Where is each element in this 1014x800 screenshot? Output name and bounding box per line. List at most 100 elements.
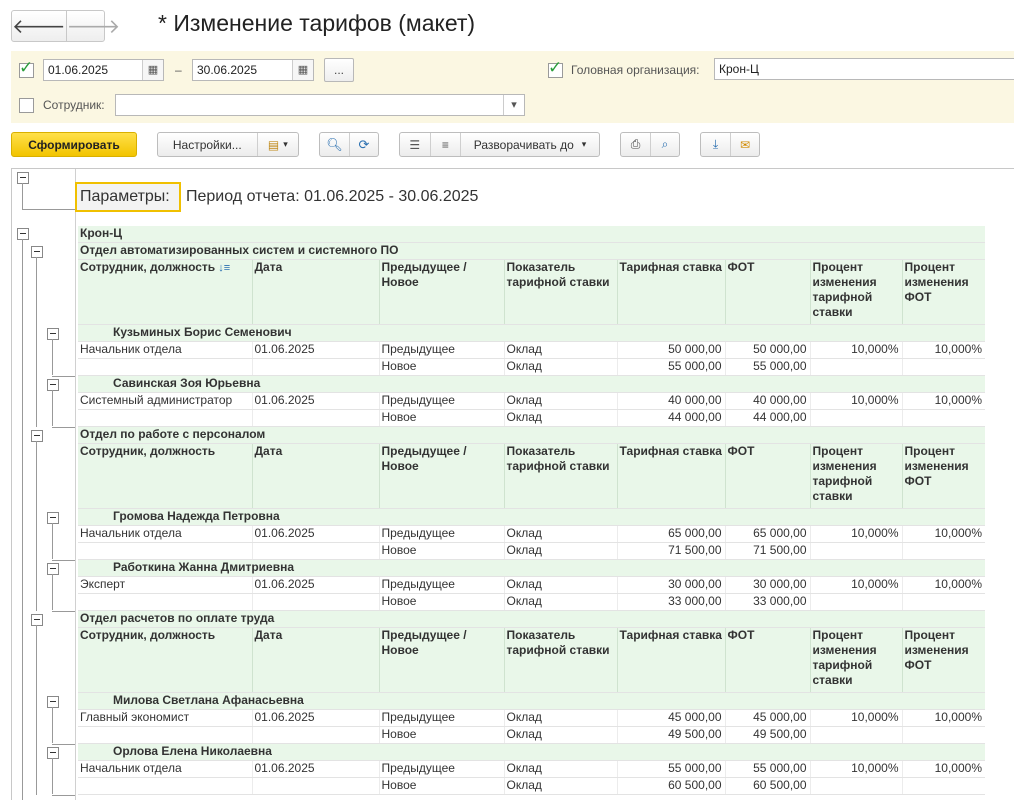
column-header: ФОТ [724, 627, 810, 693]
period-select-button[interactable]: ... [324, 58, 354, 82]
collapse-icon: ≡ [441, 137, 449, 152]
tariff-row: Системный администратор 01.06.2025 Предыду… [78, 392, 985, 410]
fot-change-percent [901, 593, 985, 611]
column-header: Тарифная ставка [616, 443, 725, 509]
collapse-group-icon[interactable] [47, 563, 59, 575]
collapse-group-icon[interactable] [47, 328, 59, 340]
report-variant-icon: ▤ [267, 137, 280, 152]
department-row: Отдел расчетов по оплате труда [78, 610, 985, 628]
payroll-fund: 60 500,00 [724, 777, 810, 795]
envelope-icon: ✉ [739, 137, 751, 152]
save-button[interactable]: ⤓ [701, 133, 730, 156]
prev-new: Новое [378, 409, 504, 427]
page-title: * Изменение тарифов (макет) [158, 10, 476, 36]
position [78, 777, 252, 795]
date [251, 542, 379, 560]
printer-icon: ⎙ [630, 137, 641, 151]
employee-checkbox[interactable] [19, 98, 34, 113]
org-row: Крон-Ц [78, 226, 985, 243]
calendar-icon[interactable]: ▦ [292, 60, 313, 80]
chevron-down-icon[interactable]: ▾ [503, 95, 524, 115]
position [78, 542, 252, 560]
tariff-row: Новое Оклад 49 500,00 49 500,00 [78, 726, 985, 744]
fot-change-percent: 10,000% [901, 392, 985, 410]
employee-group-row: Кузьминых Борис Семенович [78, 324, 985, 342]
search-next-button[interactable]: ⟳ [348, 133, 378, 156]
download-icon: ⤓ [712, 137, 719, 151]
collapse-all-button[interactable]: ≡ [429, 133, 461, 156]
collapse-group-icon[interactable] [47, 696, 59, 708]
variants-button[interactable]: ▤ ▾ [256, 133, 298, 156]
department-name: Отдел по работе с персоналом [78, 426, 985, 444]
column-header: Процент изменения тарифной ставки [809, 627, 902, 693]
prev-new: Новое [378, 777, 504, 795]
tariff-row: Начальник отдела 01.06.2025 Предыдущее Окла… [78, 341, 985, 359]
column-header: Процент изменения ФОТ [901, 443, 985, 509]
collapse-group-icon[interactable] [31, 614, 43, 626]
params-toggle-button[interactable]: Параметры: [75, 182, 181, 212]
head-org-field[interactable]: Крон-Ц [714, 58, 1014, 80]
date-from-field[interactable]: 01.06.2025 ▦ [43, 59, 164, 81]
rate-change-percent: 10,000% [809, 341, 902, 359]
department-name: Отдел расчетов по оплате труда [78, 610, 985, 628]
collapse-group-icon[interactable] [17, 172, 29, 184]
back-button[interactable]: 🡐 [12, 11, 66, 41]
email-button[interactable]: ✉ [729, 133, 759, 156]
payroll-fund: 30 000,00 [724, 576, 810, 594]
head-org-checkbox[interactable] [548, 58, 563, 78]
date: 01.06.2025 [251, 576, 379, 594]
fot-change-percent: 10,000% [901, 760, 985, 778]
position: Главный экономист [78, 709, 252, 727]
tree-line [36, 441, 37, 611]
settings-button[interactable]: Настройки... [158, 133, 257, 156]
tariff-row: Главный экономист 01.06.2025 Предыдущее Окл… [78, 709, 985, 727]
collapse-group-icon[interactable] [47, 747, 59, 759]
prev-new: Предыдущее [378, 525, 504, 543]
tariff-rate: 49 500,00 [616, 726, 725, 744]
tree-line [52, 390, 53, 426]
collapse-group-icon[interactable] [17, 228, 29, 240]
print-group: ⎙ ⌕ [620, 132, 680, 157]
position: Начальник отдела [78, 525, 252, 543]
collapse-group-icon[interactable] [31, 430, 43, 442]
column-header: ФОТ [724, 443, 810, 509]
search-button[interactable]: 🔍︎ [320, 133, 349, 156]
column-header: Дата [251, 259, 379, 325]
report-area[interactable]: Параметры: Период отчета: 01.06.2025 - 3… [11, 168, 1014, 800]
column-header: Дата [251, 443, 379, 509]
expand-all-button[interactable]: ☰ [400, 133, 430, 156]
tariff-row: Новое Оклад 60 500,00 60 500,00 [78, 777, 985, 795]
print-preview-button[interactable]: ⌕ [649, 133, 679, 156]
tree-line [36, 625, 37, 795]
date-separator: – [175, 63, 182, 77]
payroll-fund: 55 000,00 [724, 760, 810, 778]
report-table: Крон-Ц Отдел автоматизированных систем и … [78, 226, 985, 795]
collapse-group-icon[interactable] [47, 379, 59, 391]
column-header: Сотрудник, должность [78, 627, 252, 693]
calendar-icon[interactable]: ▦ [142, 60, 163, 80]
rate-change-percent: 10,000% [809, 760, 902, 778]
sort-desc-icon[interactable]: ↓≡ [215, 262, 230, 274]
position: Эксперт [78, 576, 252, 594]
tariff-row: Эксперт 01.06.2025 Предыдущее Оклад 30 000,0… [78, 576, 985, 594]
department-row: Отдел автоматизированных систем и систем… [78, 242, 985, 260]
rate-indicator: Оклад [503, 760, 617, 778]
print-button[interactable]: ⎙ [621, 133, 650, 156]
period-checkbox[interactable] [19, 58, 34, 78]
collapse-group-icon[interactable] [31, 246, 43, 258]
date-from-value: 01.06.2025 [48, 63, 109, 77]
employee-field[interactable]: ▾ [115, 94, 525, 116]
tariff-rate: 55 000,00 [616, 760, 725, 778]
prev-new: Предыдущее [378, 709, 504, 727]
forward-button[interactable]: 🡒 [65, 11, 120, 41]
generate-button[interactable]: Сформировать [11, 132, 137, 157]
tree-line [22, 209, 75, 210]
expand-to-button[interactable]: Разворачивать до ▾ [460, 133, 599, 156]
fot-change-percent: 10,000% [901, 576, 985, 594]
date-to-field[interactable]: 30.06.2025 ▦ [192, 59, 314, 81]
fot-change-percent [901, 542, 985, 560]
position: Начальник отдела [78, 341, 252, 359]
rate-change-percent: 10,000% [809, 525, 902, 543]
collapse-group-icon[interactable] [47, 512, 59, 524]
rate-indicator: Оклад [503, 777, 617, 795]
